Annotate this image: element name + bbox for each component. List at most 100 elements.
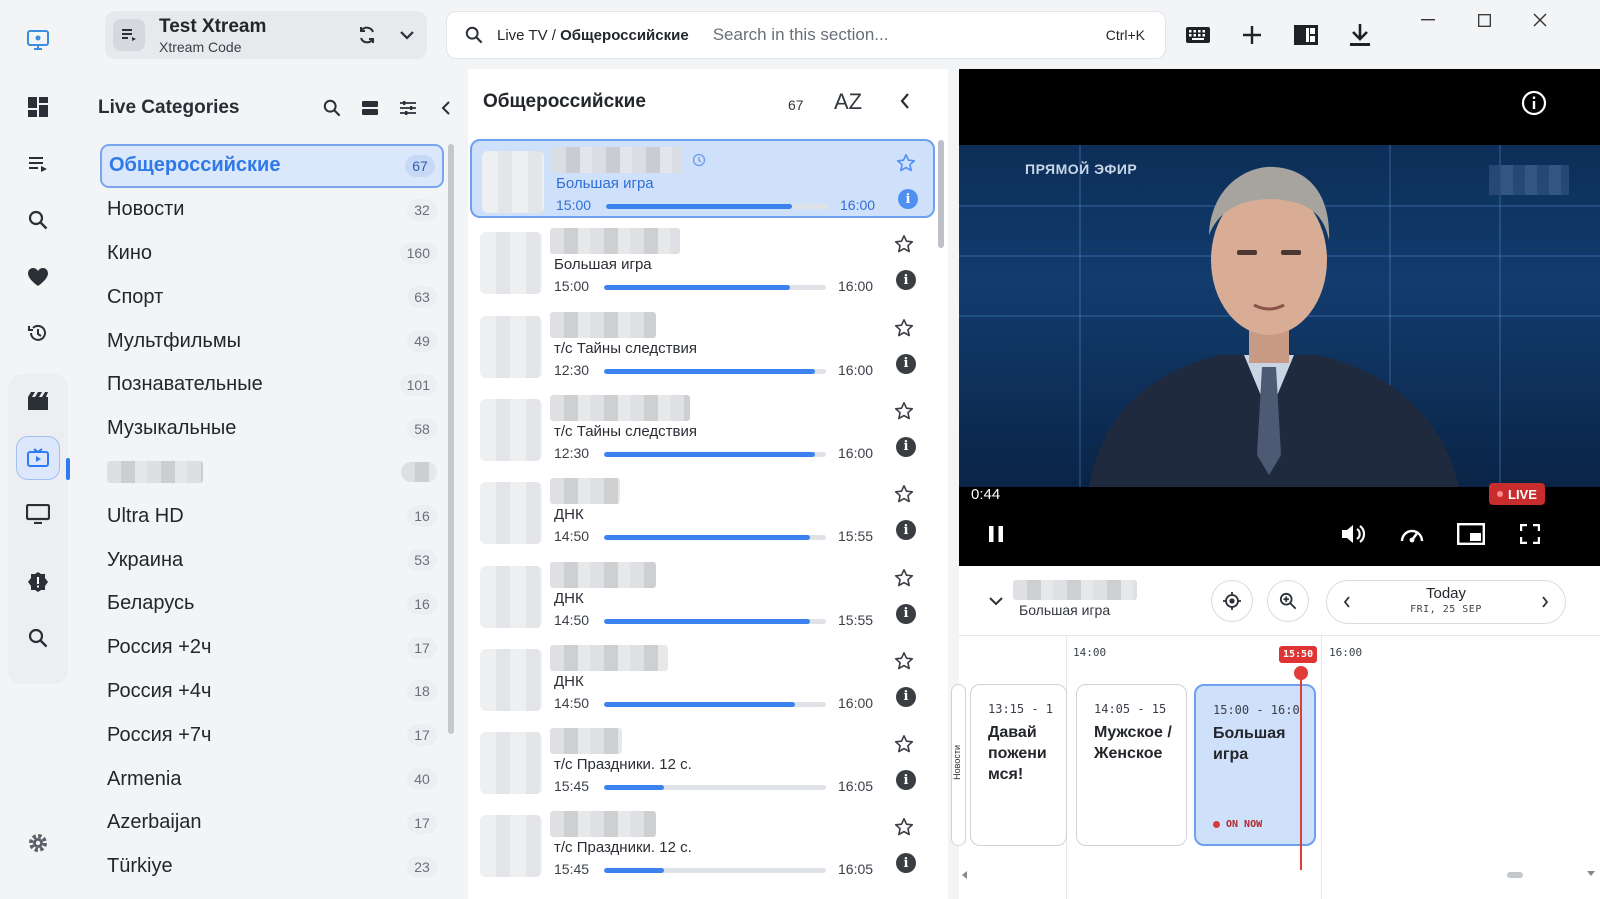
star-icon[interactable] — [894, 234, 914, 254]
source-selector[interactable]: Test Xtream Xtream Code — [105, 11, 427, 59]
minimize-button[interactable] — [1408, 8, 1448, 32]
category-item[interactable]: Музыкальные 58 — [100, 407, 444, 451]
program-card-partial[interactable]: Новости — [951, 684, 966, 846]
sort-az-button[interactable]: AZ — [834, 89, 862, 115]
star-icon[interactable] — [894, 401, 914, 421]
pause-icon[interactable] — [979, 517, 1013, 551]
info-icon[interactable]: i — [898, 189, 918, 209]
search-icon[interactable] — [16, 616, 60, 660]
download-icon[interactable] — [1339, 14, 1381, 56]
volume-icon[interactable] — [1337, 517, 1371, 551]
program-name: Большая игра — [1213, 725, 1286, 763]
scroll-left-icon[interactable] — [961, 870, 969, 880]
category-item[interactable]: Мультфильмы 49 — [100, 319, 444, 363]
filter-icon[interactable] — [392, 92, 424, 124]
info-icon[interactable]: i — [896, 353, 916, 374]
star-icon[interactable] — [896, 153, 916, 173]
zoom-icon[interactable] — [1267, 580, 1309, 622]
category-item[interactable]: Спорт 63 — [100, 275, 444, 319]
info-icon[interactable]: i — [896, 436, 916, 457]
favorites-icon[interactable] — [16, 255, 60, 299]
category-item[interactable]: Россия +4ч 18 — [100, 670, 444, 714]
category-item[interactable]: Azerbaijan 17 — [100, 801, 444, 845]
search-icon[interactable] — [16, 198, 60, 242]
locate-now-icon[interactable] — [1211, 580, 1253, 622]
channels-scrollbar[interactable] — [938, 140, 944, 248]
category-item[interactable]: Беларусь 16 — [100, 582, 444, 626]
category-item[interactable]: Türkiye 23 — [100, 845, 444, 889]
collapse-icon[interactable] — [430, 92, 462, 124]
channel-row[interactable]: т/с Тайны следствия 12:30 16:00 i — [470, 389, 935, 468]
info-icon[interactable]: i — [896, 603, 916, 624]
star-icon[interactable] — [894, 484, 914, 504]
refresh-icon[interactable] — [347, 15, 387, 55]
scroll-down-icon[interactable] — [1586, 870, 1596, 878]
alert-icon[interactable] — [16, 560, 60, 604]
channel-row[interactable]: ДНК 14:50 15:55 i — [470, 556, 935, 635]
maximize-button[interactable] — [1464, 8, 1504, 32]
channel-row[interactable]: Большая игра 15:00 16:00 i — [470, 139, 935, 218]
program-progress — [604, 368, 826, 374]
tv-icon[interactable] — [16, 492, 60, 536]
picture-in-picture-icon[interactable] — [1454, 517, 1488, 551]
close-button[interactable] — [1520, 8, 1560, 32]
channel-row[interactable]: ДНК 14:50 16:00 i — [470, 639, 935, 718]
category-item[interactable]: Новости 32 — [100, 188, 444, 232]
channel-row[interactable]: ДНК 14:50 15:55 i — [470, 472, 935, 551]
program-card-now[interactable]: 15:00 - 16:0 Большая игра ON NOW — [1194, 684, 1316, 846]
speed-icon[interactable] — [1395, 517, 1429, 551]
star-icon[interactable] — [894, 568, 914, 588]
date-main: Today — [1425, 585, 1467, 602]
category-item[interactable]: Общероссийские 67 — [100, 144, 444, 188]
category-item[interactable]: Armenia 40 — [100, 757, 444, 801]
category-item[interactable]: Украина 53 — [100, 538, 444, 582]
star-icon[interactable] — [894, 318, 914, 338]
info-icon[interactable]: i — [896, 520, 916, 541]
dashboard-icon[interactable] — [16, 85, 60, 129]
fullscreen-icon[interactable] — [1513, 517, 1547, 551]
categories-scrollbar[interactable] — [448, 144, 454, 734]
view-toggle-icon[interactable] — [354, 92, 386, 124]
info-icon[interactable]: i — [896, 686, 916, 707]
channel-row[interactable]: т/с Праздники. 12 с. 15:45 16:05 i — [470, 805, 935, 884]
epg-scrollbar[interactable] — [1507, 872, 1523, 878]
chevron-down-icon[interactable] — [387, 15, 427, 55]
movies-icon[interactable] — [16, 379, 60, 423]
keyboard-icon[interactable] — [1177, 14, 1219, 56]
category-item[interactable]: Россия +7ч 17 — [100, 713, 444, 757]
star-icon[interactable] — [894, 651, 914, 671]
category-item[interactable]: Познавательные 101 — [100, 363, 444, 407]
add-icon[interactable] — [1231, 14, 1273, 56]
live-badge[interactable]: LIVE — [1489, 483, 1545, 505]
next-day-icon[interactable] — [1541, 596, 1549, 608]
category-item[interactable]: Россия +2ч 17 — [100, 626, 444, 670]
info-icon[interactable]: i — [896, 270, 916, 291]
layout-icon[interactable] — [1285, 14, 1327, 56]
epg-toolbar: Большая игра Today FRI, 25 SEP — [959, 566, 1600, 636]
info-icon[interactable]: i — [896, 770, 916, 791]
live-tv-icon[interactable] — [16, 436, 60, 480]
category-item[interactable] — [100, 451, 444, 495]
channel-program: ДНК — [554, 506, 584, 524]
search-bar[interactable]: Live TV / Общероссийские Search in this … — [446, 11, 1166, 59]
chevron-down-icon[interactable] — [989, 596, 1003, 606]
info-icon[interactable]: i — [896, 853, 916, 874]
playlists-icon[interactable] — [16, 142, 60, 186]
channel-row[interactable]: Большая игра 15:00 16:00 i — [470, 222, 935, 301]
channel-row[interactable]: т/с Праздники. 12 с. 15:45 16:05 i — [470, 722, 935, 801]
search-input[interactable]: Search in this section... — [713, 25, 1106, 45]
program-card[interactable]: 14:05 - 15 Мужское / Женское — [1076, 684, 1187, 846]
star-icon[interactable] — [894, 734, 914, 754]
history-icon[interactable] — [16, 311, 60, 355]
program-card[interactable]: 13:15 - 1 Давай пожени мся! — [970, 684, 1067, 846]
category-item[interactable]: Ultra HD 16 — [100, 494, 444, 538]
video-player[interactable]: ПРЯМОЙ ЭФИР 0:44 LIVE — [959, 69, 1600, 566]
star-icon[interactable] — [894, 817, 914, 837]
info-icon[interactable] — [1521, 90, 1547, 116]
collapse-icon[interactable] — [900, 93, 910, 109]
search-icon[interactable] — [316, 92, 348, 124]
category-item[interactable]: Кино 160 — [100, 232, 444, 276]
date-selector[interactable]: Today FRI, 25 SEP — [1326, 580, 1566, 624]
channel-row[interactable]: т/с Тайны следствия 12:30 16:00 i — [470, 306, 935, 385]
settings-icon[interactable] — [16, 821, 60, 865]
